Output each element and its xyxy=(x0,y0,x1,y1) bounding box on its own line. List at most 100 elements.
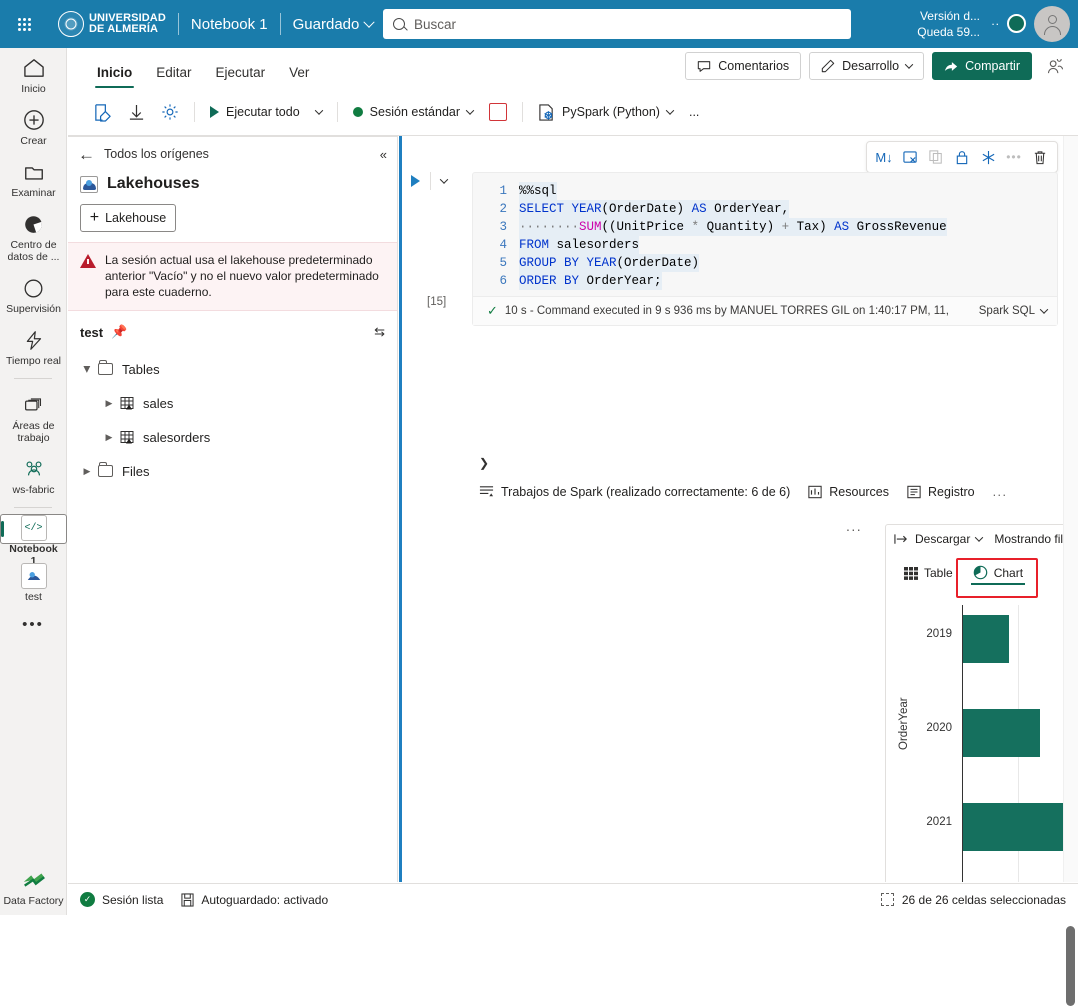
autosave-status[interactable]: Autoguardado: activado xyxy=(181,893,328,907)
back-arrow-icon[interactable]: ← xyxy=(78,146,95,163)
log-icon xyxy=(907,485,921,498)
chevron-right-icon[interactable]: ▶ xyxy=(76,466,98,477)
share-button[interactable]: Compartir xyxy=(932,52,1032,80)
tab-chart[interactable]: Chart xyxy=(965,561,1031,587)
resources-link[interactable]: Resources xyxy=(808,485,889,499)
tree-node-salesorders[interactable]: ▶ salesorders xyxy=(68,420,397,454)
rail-more-button[interactable]: ••• xyxy=(0,608,66,641)
code-editor[interactable]: 1 %%sql 2 SELECT YEAR(OrderDate) AS OrderY… xyxy=(473,173,1057,296)
tree-node-sales[interactable]: ▶ sales xyxy=(68,386,397,420)
run-cell-icon[interactable] xyxy=(411,175,420,187)
download-arrow-icon xyxy=(894,534,907,544)
folder-icon xyxy=(98,462,113,477)
header-overflow-dots[interactable]: .. xyxy=(991,14,1000,28)
download-results-button[interactable]: Descargar xyxy=(894,532,984,546)
folder-icon xyxy=(23,159,45,185)
code-cell[interactable]: 1 %%sql 2 SELECT YEAR(OrderDate) AS OrderY… xyxy=(472,172,1058,326)
edit-notebook-button[interactable] xyxy=(85,97,120,127)
output-more-dots[interactable]: ... xyxy=(846,518,862,534)
data-factory-button[interactable]: Data Factory xyxy=(0,867,67,907)
freeze-icon[interactable] xyxy=(976,145,1000,169)
code-text: ORDER BY OrderYear; xyxy=(519,272,662,290)
left-nav-rail: Inicio Crear Examinar Centro de datos de… xyxy=(0,48,67,915)
waffle-menu-button[interactable] xyxy=(0,0,48,48)
chart-bar[interactable] xyxy=(963,803,1078,851)
avatar[interactable] xyxy=(1034,6,1070,42)
lakehouse-icon xyxy=(80,175,98,193)
sidebar-item-crear[interactable]: Crear xyxy=(0,100,67,152)
sidebar-item-tiempo-real[interactable]: Tiempo real xyxy=(0,320,67,372)
tab-ejecutar[interactable]: Ejecutar xyxy=(204,65,278,88)
session-ready-status[interactable]: ✓ Sesión lista xyxy=(80,892,163,907)
add-lakehouse-button[interactable]: + Lakehouse xyxy=(80,204,176,232)
spark-more-button[interactable]: ... xyxy=(993,485,1008,499)
collapse-panel-icon[interactable]: « xyxy=(380,147,387,162)
sidebar-item-test[interactable]: test xyxy=(0,556,67,608)
add-people-icon[interactable] xyxy=(1040,52,1070,80)
cells-selected-status[interactable]: 26 de 26 celdas seleccionadas xyxy=(880,892,1066,907)
avatar-head-icon xyxy=(1047,15,1057,24)
run-all-button[interactable]: Ejecutar todo xyxy=(202,97,308,127)
sidebar-item-notebook-1[interactable]: </> Notebook 1 xyxy=(0,514,67,567)
delete-icon[interactable] xyxy=(1028,145,1052,169)
chart-plot-area: 2019 2020 2021 0 5M 10M xyxy=(926,605,1078,882)
stop-session-button[interactable] xyxy=(481,97,515,127)
tab-ver[interactable]: Ver xyxy=(277,65,321,88)
download-button[interactable] xyxy=(120,97,153,127)
brand-logo[interactable]: UNIVERSIDAD DE ALMERÍA xyxy=(48,0,166,48)
cell-language[interactable]: Spark SQL xyxy=(979,305,1049,317)
registro-link[interactable]: Registro xyxy=(907,485,975,499)
sidebar-item-examinar[interactable]: Examinar xyxy=(0,152,67,204)
more-icon[interactable]: ••• xyxy=(1002,145,1026,169)
develop-mode-button[interactable]: Desarrollo xyxy=(809,52,925,80)
swap-icon[interactable]: ⇆ xyxy=(374,324,385,340)
all-sources-link[interactable]: Todos los orígenes xyxy=(104,147,209,161)
chevron-right-icon[interactable]: ▶ xyxy=(82,358,93,380)
saved-status[interactable]: Guardado xyxy=(292,15,376,33)
cells-selected-label: 26 de 26 celdas seleccionadas xyxy=(901,892,1066,907)
chart-bar[interactable] xyxy=(963,709,1040,757)
sidebar-item-areas-trabajo[interactable]: Áreas de trabajo xyxy=(0,385,67,449)
notebook-scrollbar-track[interactable] xyxy=(1063,136,1078,1006)
save-icon xyxy=(181,892,194,907)
saved-label: Guardado xyxy=(292,15,360,33)
sidebar-item-inicio[interactable]: Inicio xyxy=(0,48,67,100)
tab-table[interactable]: Table xyxy=(896,562,961,587)
tree-node-tables[interactable]: ▶ Tables xyxy=(68,352,397,386)
kernel-selector[interactable]: PySpark (Python) xyxy=(530,97,681,127)
lock-icon[interactable] xyxy=(950,145,974,169)
chevron-right-icon[interactable]: ▶ xyxy=(98,432,120,443)
toolbar-more-button[interactable]: ... xyxy=(681,97,707,127)
sidebar-item-centro-datos[interactable]: Centro de datos de ... xyxy=(0,204,67,268)
cell-execution-index: [15] xyxy=(427,296,447,308)
code-text: FROM salesorders xyxy=(519,236,640,254)
settings-button[interactable] xyxy=(153,97,187,127)
run-all-dropdown[interactable] xyxy=(308,97,330,127)
header-divider-2 xyxy=(279,13,281,35)
tree-node-files[interactable]: ▶ Files xyxy=(68,454,397,488)
run-all-label: Ejecutar todo xyxy=(226,105,300,119)
pin-icon[interactable]: 📌 xyxy=(111,324,127,340)
tab-editar[interactable]: Editar xyxy=(144,65,203,88)
sidebar-item-ws-fabric[interactable]: ws-fabric xyxy=(0,449,67,501)
spark-jobs-link[interactable]: Trabajos de Spark (realizado correctamen… xyxy=(479,484,790,499)
markdown-icon[interactable]: M↓ xyxy=(872,145,896,169)
sidebar-item-supervision[interactable]: Supervisión xyxy=(0,268,67,320)
copy-icon[interactable] xyxy=(924,145,948,169)
search-input[interactable]: Buscar xyxy=(383,9,851,39)
sidebar-item-label: Inicio xyxy=(21,83,46,95)
code-text: %%sql xyxy=(519,182,557,200)
trial-info[interactable]: Versión d... Queda 59... xyxy=(917,8,980,40)
notebook-scrollbar-thumb[interactable] xyxy=(1066,926,1075,1006)
clear-output-icon[interactable] xyxy=(898,145,922,169)
comments-button[interactable]: Comentarios xyxy=(685,52,802,80)
output-expander-caret[interactable]: ❯ xyxy=(479,456,489,470)
presence-status-indicator[interactable] xyxy=(1007,14,1026,33)
notebook-title[interactable]: Notebook 1 xyxy=(191,16,268,33)
chart-bar[interactable] xyxy=(963,615,1009,663)
chevron-down-icon[interactable] xyxy=(439,175,449,184)
chevron-right-icon[interactable]: ▶ xyxy=(98,398,120,409)
spark-jobs-label: Trabajos de Spark (realizado correctamen… xyxy=(501,484,791,499)
tab-inicio[interactable]: Inicio xyxy=(85,65,144,88)
session-selector[interactable]: Sesión estándar xyxy=(345,97,481,127)
